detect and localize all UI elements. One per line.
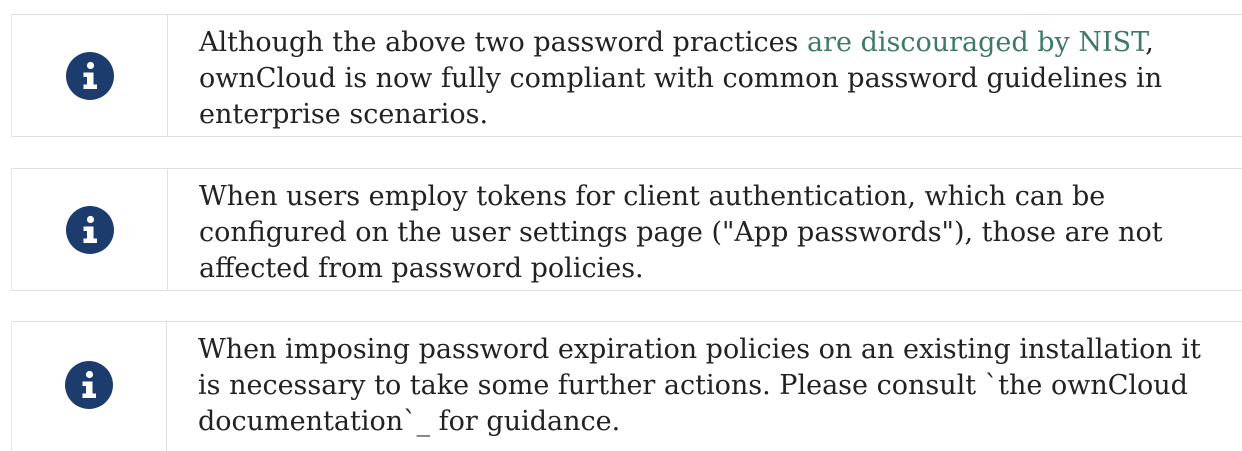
note-text: When users employ tokens for client auth… bbox=[199, 181, 1163, 284]
note-text-before: Although the above two password practice… bbox=[199, 27, 807, 58]
note-icon-cell bbox=[12, 322, 167, 451]
note-admonition-1: Although the above two password practice… bbox=[11, 14, 1242, 137]
info-circle-icon bbox=[65, 205, 114, 254]
info-circle-icon bbox=[65, 361, 113, 409]
note-icon-cell bbox=[12, 169, 168, 290]
nist-link[interactable]: are discouraged by NIST bbox=[807, 27, 1145, 58]
note-icon-cell bbox=[12, 15, 168, 136]
info-circle-icon bbox=[65, 51, 114, 100]
note-admonition-3: When imposing password expiration polici… bbox=[11, 321, 1242, 451]
note-text: Although the above two password practice… bbox=[168, 15, 1242, 136]
note-text: When imposing password expiration polici… bbox=[198, 334, 1201, 437]
note-admonition-2: When users employ tokens for client auth… bbox=[11, 168, 1242, 291]
